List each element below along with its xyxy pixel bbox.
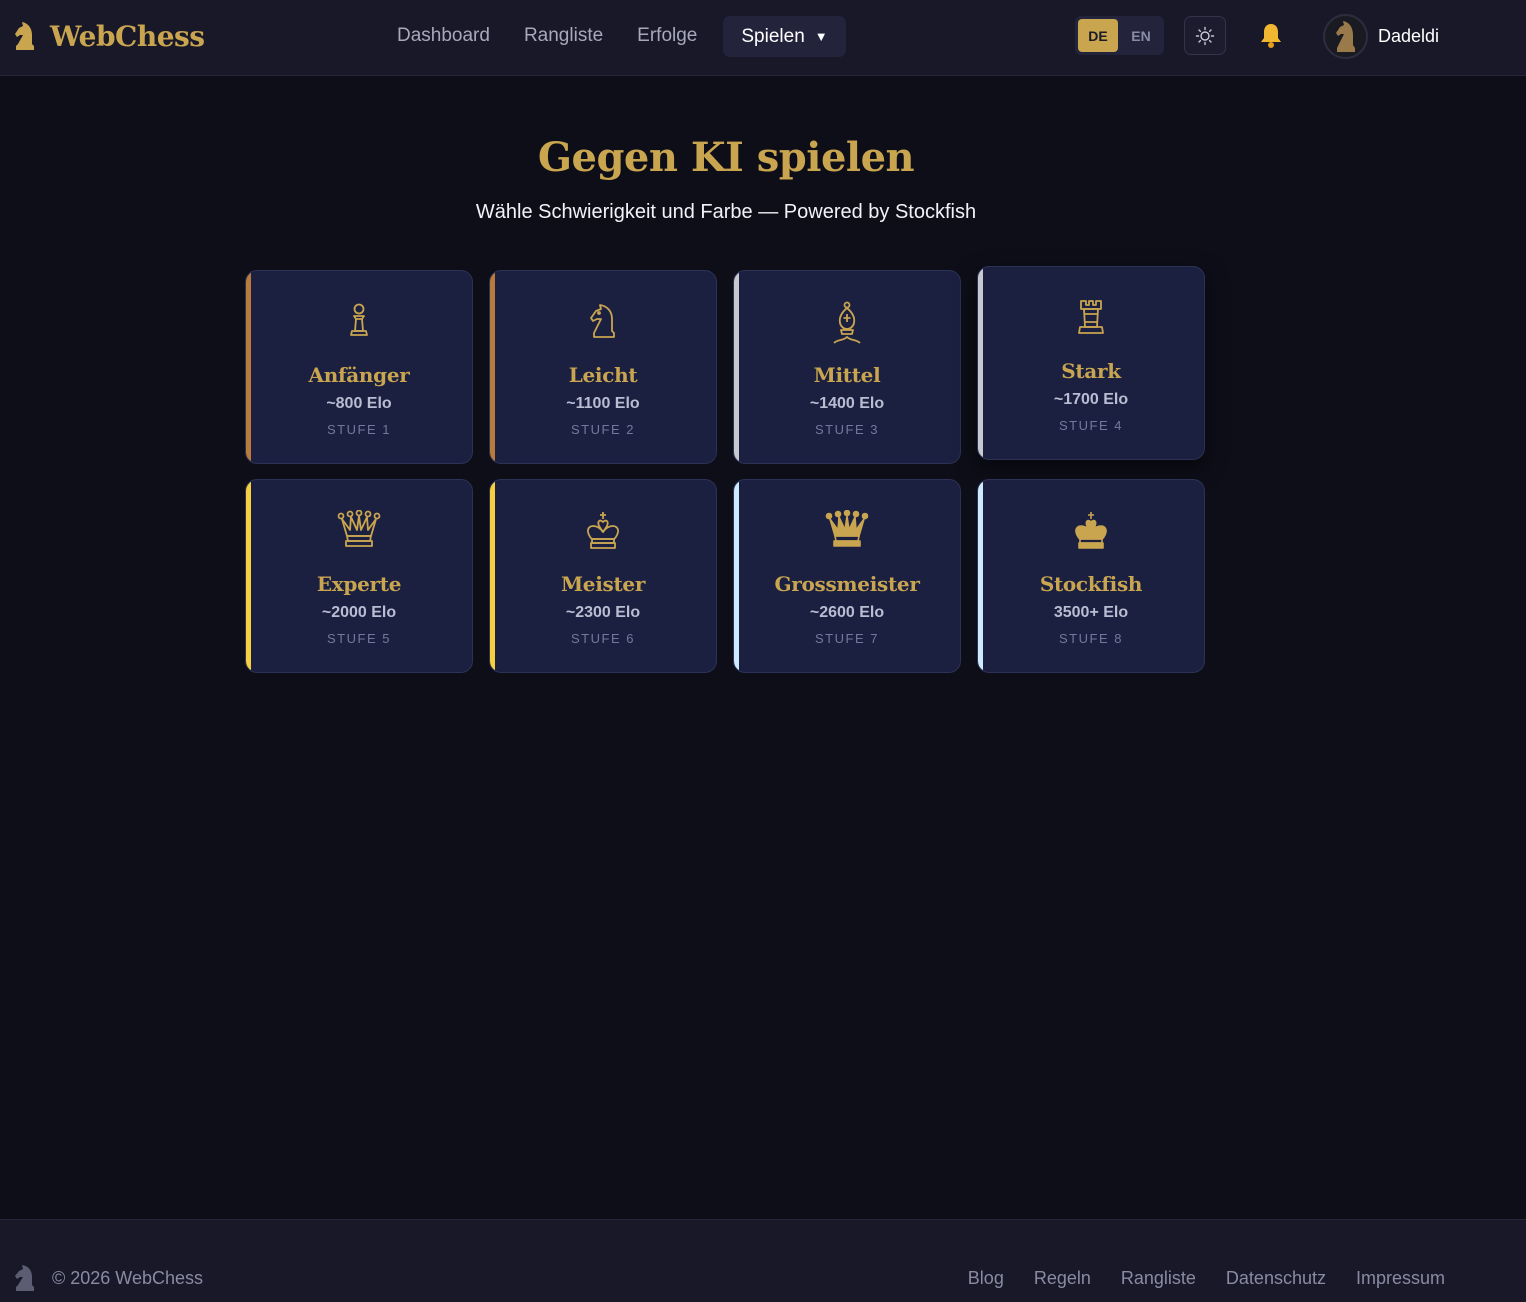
nav-rangliste[interactable]: Rangliste xyxy=(507,15,620,57)
lang-de-button[interactable]: DE xyxy=(1078,19,1118,52)
difficulty-elo: 3500+ Elo xyxy=(1053,604,1129,621)
difficulty-name: Grossmeister xyxy=(774,572,920,596)
difficulty-level: STUFE 3 xyxy=(815,422,879,437)
queen-filled-icon xyxy=(825,510,869,547)
difficulty-card-8[interactable]: Stockfish 3500+ Elo STUFE 8 xyxy=(977,479,1205,673)
knight-avatar-icon xyxy=(1335,21,1355,52)
nav-dashboard[interactable]: Dashboard xyxy=(380,15,507,57)
difficulty-level: STUFE 7 xyxy=(815,631,879,646)
sun-icon xyxy=(1195,26,1215,45)
play-dropdown-button[interactable]: Spielen ▼ xyxy=(723,15,846,57)
notifications-button[interactable] xyxy=(1253,18,1289,54)
difficulty-level: STUFE 1 xyxy=(327,422,391,437)
difficulty-elo: ~800 Elo xyxy=(326,395,392,412)
page-subtitle: Wähle Schwierigkeit und Farbe — Powered … xyxy=(475,201,977,223)
difficulty-level: STUFE 8 xyxy=(1059,631,1123,646)
footer-link-impressum[interactable]: Impressum xyxy=(1356,1268,1445,1289)
difficulty-elo: ~1400 Elo xyxy=(809,395,885,412)
difficulty-card-5[interactable]: Experte ~2000 Elo STUFE 5 xyxy=(245,479,473,673)
difficulty-level: STUFE 6 xyxy=(571,631,635,646)
king-filled-icon xyxy=(1075,512,1107,549)
difficulty-elo: ~2300 Elo xyxy=(565,604,641,621)
knight-icon xyxy=(590,304,615,338)
language-switcher: DE EN xyxy=(1075,16,1164,55)
nav-erfolge[interactable]: Erfolge xyxy=(620,15,714,57)
bell-icon xyxy=(1261,24,1281,48)
footer-link-datenschutz[interactable]: Datenschutz xyxy=(1226,1268,1326,1289)
difficulty-name: Meister xyxy=(560,572,646,596)
difficulty-card-4[interactable]: Stark ~1700 Elo STUFE 4 xyxy=(977,266,1205,460)
theme-toggle-button[interactable] xyxy=(1184,16,1226,55)
difficulty-elo: ~1100 Elo xyxy=(566,395,640,412)
page-title: Gegen KI spielen xyxy=(537,134,915,181)
brand-name: WebChess xyxy=(50,19,205,53)
footer-links: Blog Regeln Rangliste Datenschutz Impres… xyxy=(938,1268,1445,1289)
copyright-text: © 2026 WebChess xyxy=(52,1268,204,1288)
difficulty-name: Experte xyxy=(316,572,402,596)
difficulty-card-6[interactable]: Meister ~2300 Elo STUFE 6 xyxy=(489,479,717,673)
difficulty-level: STUFE 5 xyxy=(327,631,391,646)
knight-footer-icon xyxy=(15,1265,34,1291)
bishop-icon xyxy=(833,301,861,344)
top-navigation-bar: WebChess Dashboard Rangliste Erfolge Spi… xyxy=(0,0,1526,76)
difficulty-elo: ~2000 Elo xyxy=(321,604,397,621)
difficulty-elo: ~2600 Elo xyxy=(809,604,885,621)
difficulty-level: STUFE 4 xyxy=(1059,418,1123,433)
difficulty-name: Stark xyxy=(1061,359,1121,383)
difficulty-card-1[interactable]: Anfänger ~800 Elo STUFE 1 xyxy=(245,270,473,464)
user-menu[interactable]: Dadeldi xyxy=(1323,13,1439,59)
difficulty-name: Mittel xyxy=(813,363,881,387)
footer-link-rangliste[interactable]: Rangliste xyxy=(1121,1268,1196,1289)
rook-icon xyxy=(1078,300,1104,334)
difficulty-name: Stockfish xyxy=(1039,572,1143,596)
difficulty-level: STUFE 2 xyxy=(571,422,635,437)
knight-logo-icon xyxy=(15,22,34,50)
lang-en-button[interactable]: EN xyxy=(1121,19,1161,52)
chevron-down-icon: ▼ xyxy=(814,28,828,44)
king-icon xyxy=(587,512,619,549)
queen-icon xyxy=(337,510,381,547)
footer-link-regeln[interactable]: Regeln xyxy=(1034,1268,1091,1289)
difficulty-card-3[interactable]: Mittel ~1400 Elo STUFE 3 xyxy=(733,270,961,464)
main-nav: Dashboard Rangliste Erfolge Spielen ▼ xyxy=(380,15,846,57)
difficulty-elo: ~1700 Elo xyxy=(1053,391,1129,408)
footer-link-blog[interactable]: Blog xyxy=(968,1268,1004,1289)
play-label: Spielen xyxy=(741,25,805,47)
avatar xyxy=(1323,13,1368,59)
footer: © 2026 WebChess Blog Regeln Rangliste Da… xyxy=(0,1219,1526,1302)
difficulty-name: Leicht xyxy=(568,363,638,387)
brand-logo-link[interactable]: WebChess xyxy=(10,16,205,56)
username: Dadeldi xyxy=(1378,25,1440,46)
difficulty-card-7[interactable]: Grossmeister ~2600 Elo STUFE 7 xyxy=(733,479,961,673)
difficulty-name: Anfänger xyxy=(308,363,410,387)
pawn-icon xyxy=(350,303,368,336)
difficulty-card-2[interactable]: Leicht ~1100 Elo STUFE 2 xyxy=(489,270,717,464)
